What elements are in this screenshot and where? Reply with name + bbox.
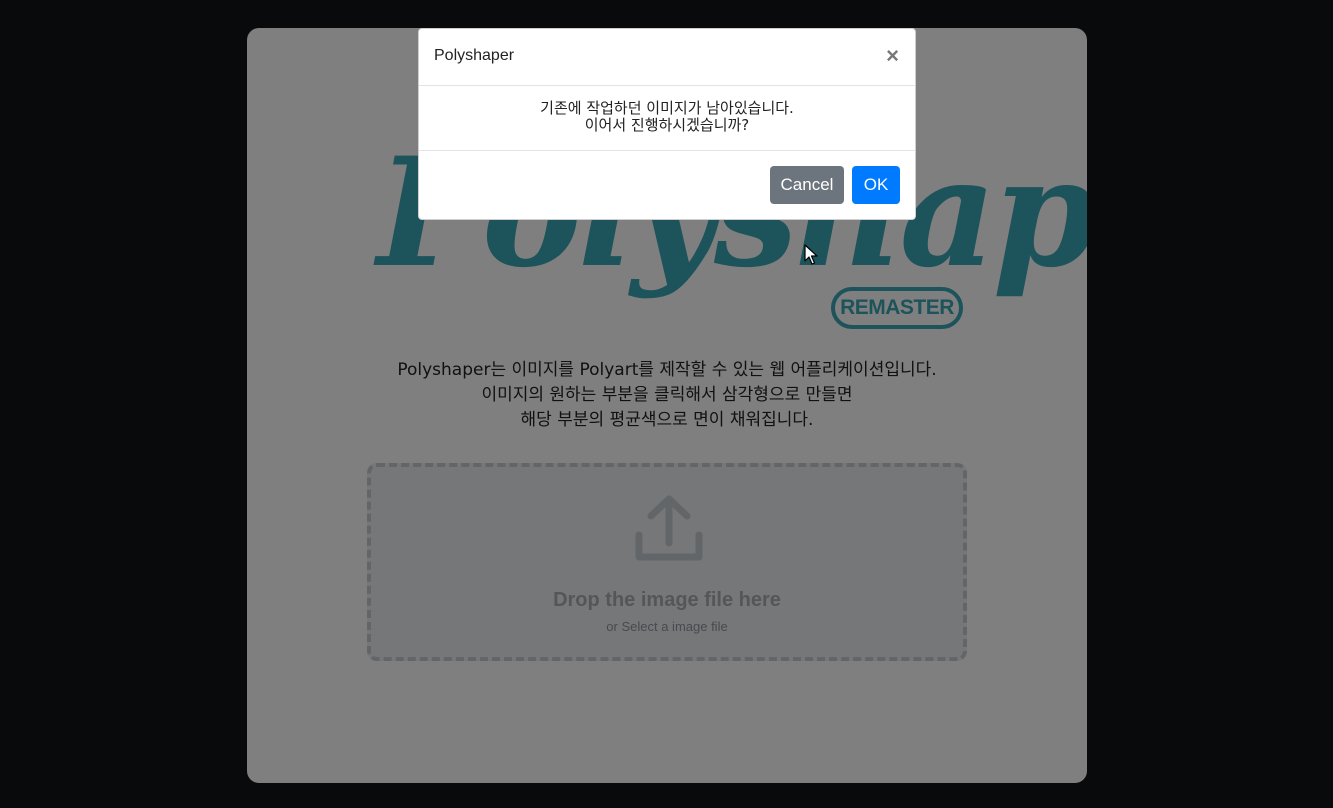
close-icon[interactable]: × xyxy=(886,45,899,67)
dialog-body: 기존에 작업하던 이미지가 남아있습니다. 이어서 진행하시겠습니까? xyxy=(419,86,915,151)
confirm-dialog: Polyshaper × 기존에 작업하던 이미지가 남아있습니다. 이어서 진… xyxy=(418,28,916,220)
dialog-header: Polyshaper × xyxy=(419,29,915,86)
dialog-message: 기존에 작업하던 이미지가 남아있습니다. 이어서 진행하시겠습니까? xyxy=(419,100,915,134)
dialog-title: Polyshaper xyxy=(434,47,515,64)
message-line: 기존에 작업하던 이미지가 남아있습니다. xyxy=(540,99,794,117)
message-line: 이어서 진행하시겠습니까? xyxy=(584,116,750,134)
ok-button[interactable]: OK xyxy=(852,166,900,204)
cancel-button[interactable]: Cancel xyxy=(770,166,844,204)
mouse-cursor-icon xyxy=(804,244,818,265)
